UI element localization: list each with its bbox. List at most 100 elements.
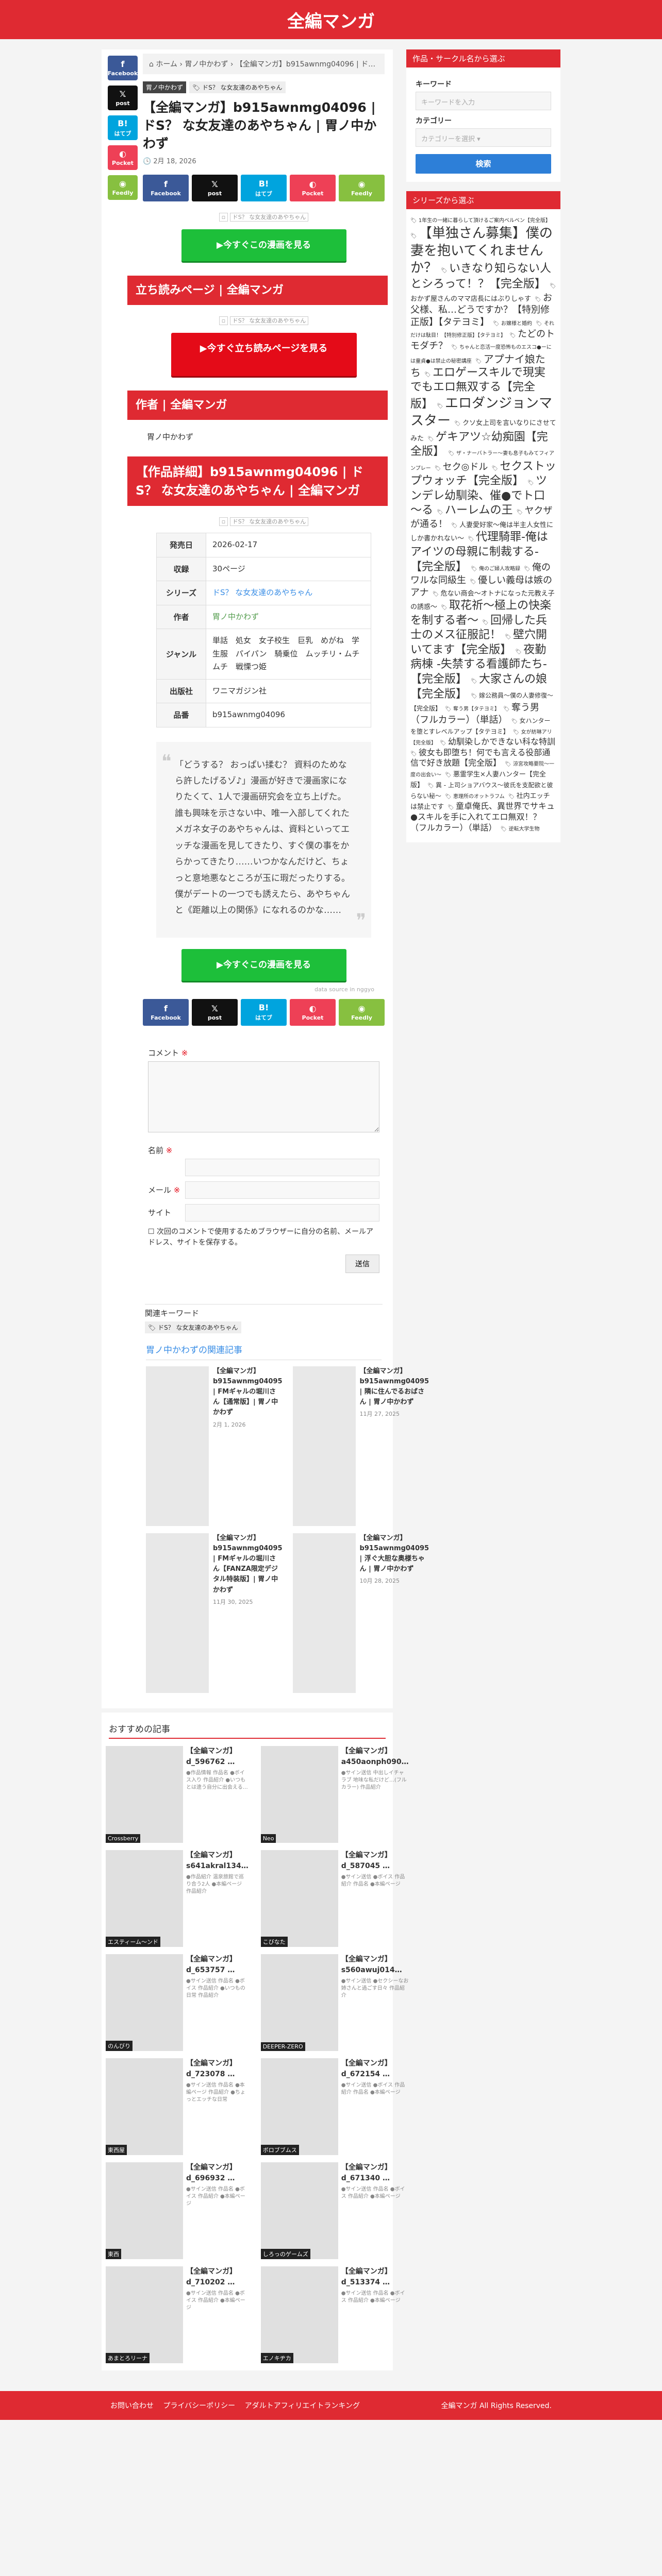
related-thumbnail[interactable]: [292, 1533, 356, 1693]
author-link[interactable]: 胃ノ中かわず: [206, 604, 371, 629]
recommended-thumbnail[interactable]: ボロブブムス: [260, 2058, 338, 2155]
site-field[interactable]: [185, 1204, 379, 1222]
share-feedly-button[interactable]: ◉ Feedly: [108, 175, 138, 200]
keyword-input[interactable]: キーワードを入力: [416, 92, 551, 110]
recommended-thumbnail[interactable]: Crossberry: [106, 1745, 183, 1843]
tag-icon: 🏷: [148, 1324, 158, 1331]
recommended-item[interactable]: Crossberry 【全編マンガ】d_596762 … ●作品情報 作品名 ●ボイ…: [106, 1745, 249, 1843]
recommended-thumbnail[interactable]: エスティーム～ンド: [106, 1850, 183, 1947]
footer-link-ranking[interactable]: アダルトアフィリエイトランキング: [245, 2402, 360, 2410]
share-pocket-button[interactable]: ◐ Pocket: [290, 998, 336, 1026]
share-pocket-button[interactable]: ◐ Pocket: [108, 145, 138, 170]
recommended-title[interactable]: 【全編マンガ】d_671340 …: [341, 2162, 409, 2184]
share-facebook-button[interactable]: f Facebook: [108, 56, 138, 80]
recommended-title[interactable]: 【全編マンガ】d_653757 …: [186, 1954, 249, 1976]
breadcrumb-category[interactable]: 胃ノ中かわず: [185, 60, 228, 69]
series-tag-link[interactable]: 🏷 恵理所のオットラフム: [445, 794, 505, 800]
recommended-thumbnail[interactable]: のんびり: [106, 1954, 183, 2051]
recommended-thumbnail[interactable]: 東西屋: [106, 2058, 183, 2155]
series-tag-link[interactable]: 🏷 ハーレムの王: [437, 504, 512, 517]
category-select[interactable]: カテゴリーを選択 ▾: [416, 128, 551, 147]
recommended-item[interactable]: DEEPER-ZERO 【全編マンガ】s560awuj014… ●サイン送信 ●セク…: [260, 1954, 409, 2051]
related-thumbnail[interactable]: [146, 1533, 209, 1693]
recommended-title[interactable]: 【全編マンガ】s641akral134…: [186, 1850, 249, 1872]
share-feedly-button[interactable]: ◉ Feedly: [339, 175, 385, 201]
name-field[interactable]: [185, 1158, 379, 1176]
related-title[interactable]: 【全編マンガ】b915awnmg04095 | FMギャルの堀川さん【通常版】|…: [213, 1366, 283, 1418]
recommended-item[interactable]: エノキヂカ 【全編マンガ】d_513374 … ●サイン送信 作品名 ●ボイス 作品…: [260, 2266, 409, 2363]
recommended-title[interactable]: 【全編マンガ】d_587045 …: [341, 1850, 409, 1872]
series-tag-cloud: 🏷 1年生の一緒に暮らして頂けるご案内ベルベン【完全版】 🏷 【単独さん募集】僕…: [406, 209, 560, 842]
tag-chip[interactable]: 🏷 ドS？ な女友達のあやちゃん: [189, 81, 286, 93]
recommended-thumbnail[interactable]: あまとろリーナ: [106, 2266, 183, 2363]
keyword-tag[interactable]: 🏷 ドS？ な女友達のあやちゃん: [145, 1321, 241, 1333]
related-thumbnail[interactable]: [146, 1366, 209, 1526]
info-label: 収録: [156, 556, 206, 581]
recommended-title[interactable]: 【全編マンガ】d_596762 …: [186, 1746, 249, 1768]
recommended-thumbnail[interactable]: DEEPER-ZERO: [260, 1954, 338, 2051]
share-hatena-button[interactable]: B! はてブ: [241, 998, 287, 1026]
save-info-checkbox-row[interactable]: ☐ 次回のコメントで使用するためブラウザーに自分の名前、メールアドレス、サイトを…: [148, 1227, 379, 1248]
checkbox-icon[interactable]: ☐: [148, 1228, 157, 1236]
recommended-item[interactable]: あまとろリーナ 【全編マンガ】d_710202 … ●サイン送信 作品名 ●ボイス …: [106, 2266, 249, 2363]
series-tag-link[interactable]: 🏷 奪う男【タテヨミ】: [445, 706, 500, 712]
share-facebook-button[interactable]: f Facebook: [143, 175, 189, 201]
comment-textarea[interactable]: [148, 1061, 379, 1132]
recommended-title[interactable]: 【全編マンガ】s560awuj014…: [341, 1954, 409, 1976]
breadcrumb-home[interactable]: ホーム: [156, 60, 177, 69]
share-pocket-button[interactable]: ◐ Pocket: [290, 175, 336, 201]
recommended-item[interactable]: ボロブブムス 【全編マンガ】d_672154 … ●サイン送信 ●ボイス 作品紹介 …: [260, 2058, 409, 2155]
category-chip[interactable]: 胃ノ中かわず: [143, 81, 187, 93]
search-button[interactable]: 検索: [416, 154, 551, 174]
series-tag-link[interactable]: 🏷 逆転大学生物: [501, 826, 540, 832]
share-x-button[interactable]: 𝕏post: [108, 86, 138, 110]
related-title[interactable]: 【全編マンガ】b915awnmg04095 | FMギャルの堀川さん【FANZA…: [213, 1533, 283, 1596]
read-manga-button[interactable]: ▶今すぐこの漫画を見る: [181, 229, 346, 261]
recommended-thumbnail[interactable]: しろっのゲームズ: [260, 2162, 338, 2259]
recommended-title[interactable]: 【全編マンガ】d_696932 …: [186, 2162, 249, 2184]
recommended-item[interactable]: のんびり 【全編マンガ】d_653757 … ●サイン送信 作品名 ●ボイス 作品紹…: [106, 1954, 249, 2051]
read-manga-button[interactable]: ▶今すぐこの漫画を見る: [181, 948, 346, 981]
email-field[interactable]: [185, 1181, 379, 1199]
recommended-thumbnail[interactable]: Neo: [260, 1745, 338, 1843]
recommended-item[interactable]: Neo 【全編マンガ】a450aonph090… ●サイン送信 中出しイチャラブ 地…: [260, 1745, 409, 1843]
related-title[interactable]: 【全編マンガ】b915awnmg04095 | 隣に住んでるおばさん | 胃ノ中…: [360, 1366, 429, 1408]
related-item[interactable]: 【全編マンガ】b915awnmg04095 | FMギャルの堀川さん【通常版】|…: [146, 1366, 283, 1526]
recommended-thumbnail[interactable]: 東西: [106, 2162, 183, 2259]
recommended-item[interactable]: エスティーム～ンド 【全編マンガ】s641akral134… ●作品紹介 温泉旅館で…: [106, 1850, 249, 1947]
share-hatena-button[interactable]: B! はてブ: [241, 175, 287, 201]
share-x-button[interactable]: 𝕏post: [192, 175, 238, 201]
series-tag-link[interactable]: 🏷 俺のご婦人攻略録: [471, 566, 520, 572]
share-x-button[interactable]: 𝕏post: [192, 998, 238, 1026]
tag-icon: 🏷: [500, 826, 509, 832]
recommended-thumbnail[interactable]: こびなた: [260, 1850, 338, 1947]
recommended-title[interactable]: 【全編マンガ】d_513374 …: [341, 2266, 409, 2288]
recommended-item[interactable]: しろっのゲームズ 【全編マンガ】d_671340 … ●サイン送信 作品名 ●ボイス…: [260, 2162, 409, 2259]
series-link[interactable]: ドS？ な女友達のあやちゃん: [206, 581, 371, 605]
related-item[interactable]: 【全編マンガ】b915awnmg04095 | FMギャルの堀川さん【FANZA…: [146, 1533, 283, 1693]
share-feedly-button[interactable]: ◉ Feedly: [339, 998, 385, 1026]
footer-link-contact[interactable]: お問い合わせ: [110, 2402, 154, 2410]
recommended-title[interactable]: 【全編マンガ】d_710202 …: [186, 2266, 249, 2288]
read-preview-button[interactable]: ▶今すぐ立ち読みページを見る: [171, 333, 357, 376]
related-title[interactable]: 【全編マンガ】b915awnmg04095 | 浮ぐ大胆な奥様ちゃん | 胃ノ中…: [360, 1533, 429, 1575]
share-hatena-button[interactable]: B! はてブ: [108, 115, 138, 140]
recommended-title[interactable]: 【全編マンガ】a450aonph090…: [341, 1746, 409, 1768]
recommended-item[interactable]: 東西屋 【全編マンガ】d_723078 … ●サイン送信 作品名 ●本編ページ 作品…: [106, 2058, 249, 2155]
recommended-item[interactable]: こびなた 【全編マンガ】d_587045 … ●サイン送信 ●ボイス 作品紹介 作品…: [260, 1850, 409, 1947]
submit-comment-button[interactable]: 送信: [345, 1254, 379, 1273]
site-title[interactable]: 全編マンガ: [287, 7, 375, 32]
series-tag-link[interactable]: 🏷 お嬢様と婚約: [493, 321, 532, 327]
recommended-thumbnail[interactable]: エノキヂカ: [260, 2266, 338, 2363]
footer-link-privacy[interactable]: プライバシーポリシー: [163, 2402, 235, 2410]
related-item[interactable]: 【全編マンガ】b915awnmg04095 | 浮ぐ大胆な奥様ちゃん | 胃ノ中…: [292, 1533, 429, 1693]
share-facebook-button[interactable]: f Facebook: [143, 998, 189, 1026]
recommended-title[interactable]: 【全編マンガ】d_723078 …: [186, 2058, 249, 2080]
series-tag-link[interactable]: 🏷 1年生の一緒に暮らして頂けるご案内ベルベン【完全版】: [410, 218, 551, 224]
related-item[interactable]: 【全編マンガ】b915awnmg04095 | 隣に住んでるおばさん | 胃ノ中…: [292, 1366, 429, 1526]
related-thumbnail[interactable]: [292, 1366, 356, 1526]
recommended-item[interactable]: 東西 【全編マンガ】d_696932 … ●サイン送信 作品名 ●ボイス 作品紹介 …: [106, 2162, 249, 2259]
series-tag-link[interactable]: 🏷 セク◎ドル: [435, 462, 488, 472]
recommended-title[interactable]: 【全編マンガ】d_672154 …: [341, 2058, 409, 2080]
series-tag-link[interactable]: 🏷 幼馴染しかできない科な特訓: [440, 737, 555, 747]
